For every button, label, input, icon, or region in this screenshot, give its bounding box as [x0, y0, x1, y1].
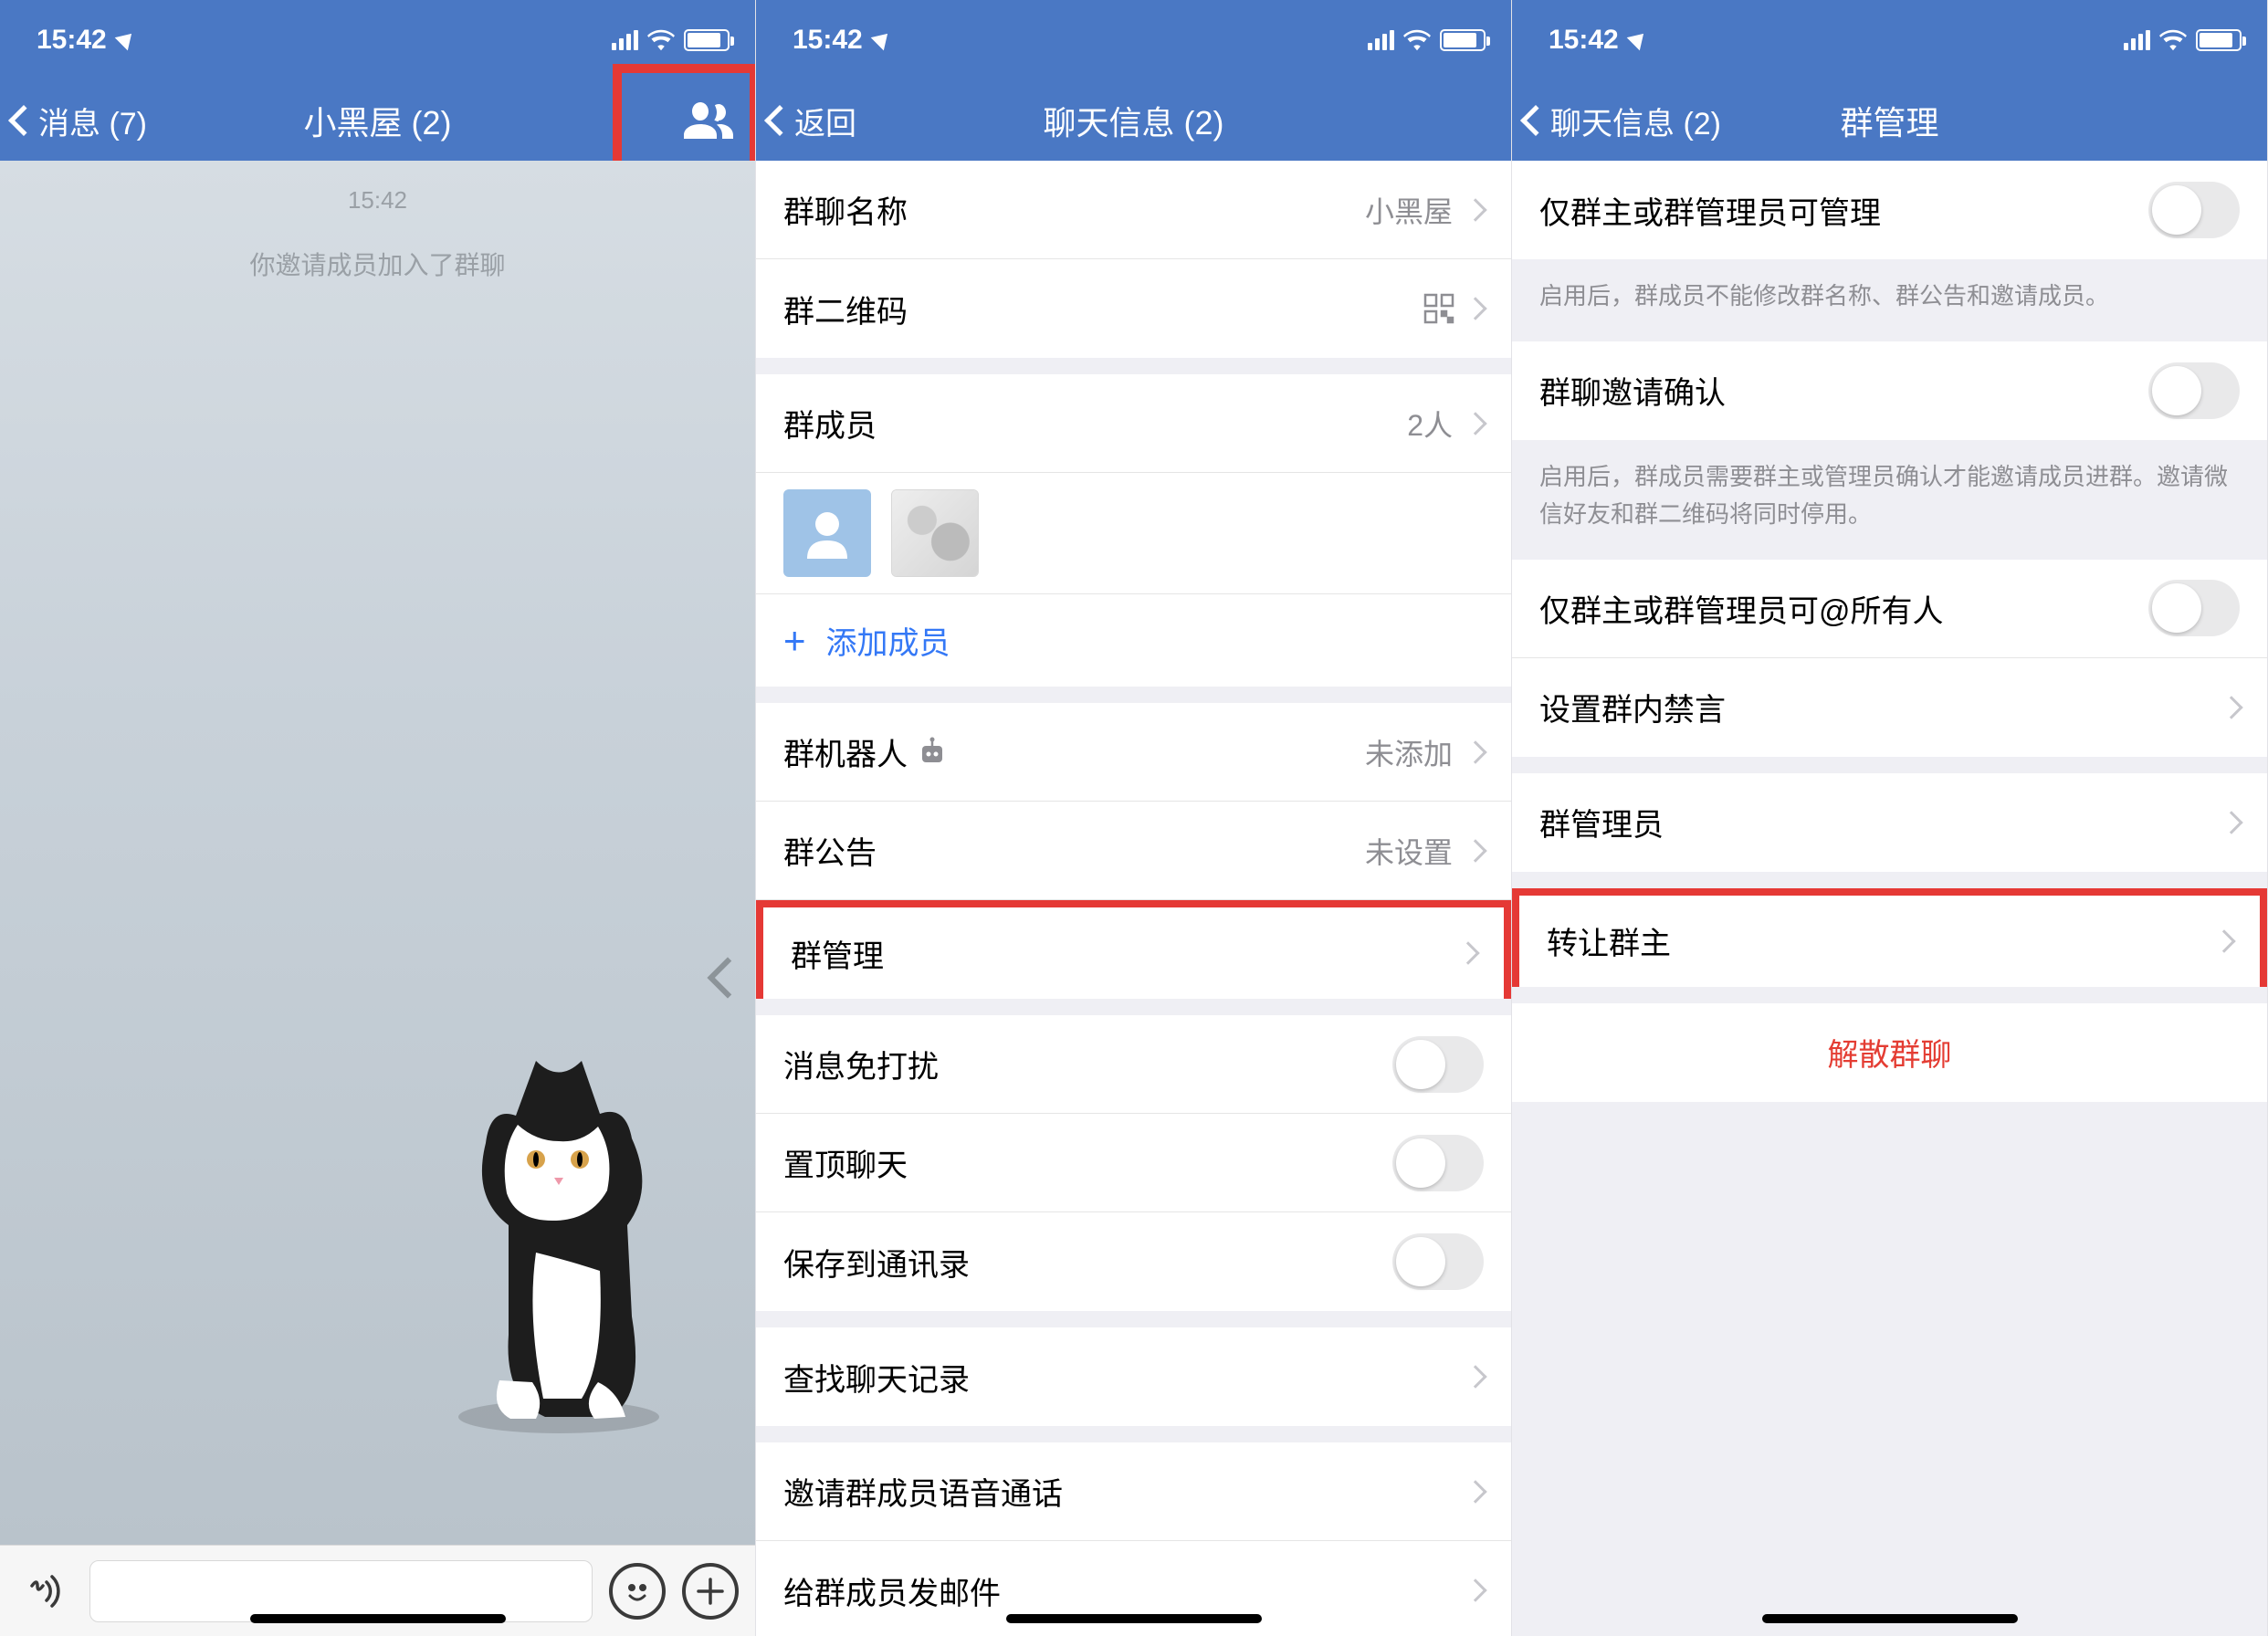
cellular-icon — [2124, 30, 2150, 50]
wifi-icon — [647, 29, 675, 51]
home-indicator — [1006, 1614, 1262, 1623]
cellular-icon — [612, 30, 638, 50]
chevron-right-icon — [2220, 811, 2242, 834]
nav-bar: 聊天信息 (2) 群管理 — [1512, 80, 2267, 161]
cell-announcement[interactable]: 群公告 未设置 — [756, 802, 1511, 900]
add-button[interactable] — [682, 1563, 739, 1620]
back-label: 聊天信息 (2) — [1550, 99, 1721, 143]
switch-save-contacts[interactable] — [1392, 1233, 1484, 1290]
status-time: 15:42 — [793, 25, 863, 56]
wifi-icon — [1403, 29, 1431, 51]
battery-icon — [684, 29, 730, 51]
battery-icon — [2196, 29, 2242, 51]
chevron-right-icon — [1456, 941, 1479, 964]
chevron-right-icon — [2212, 929, 2235, 952]
status-bar: 15:42 — [756, 0, 1511, 80]
cell-invite-voice[interactable]: 邀请群成员语音通话 — [756, 1442, 1511, 1541]
cell-dismiss-group[interactable]: 解散群聊 — [1512, 1003, 2267, 1102]
cell-robot[interactable]: 群机器人 未添加 — [756, 703, 1511, 802]
screen-group-manage: 15:42 聊天信息 (2) 群管理 仅群主或群管理员可管理 启用后，群成员不能… — [1512, 0, 2268, 1636]
message-input[interactable] — [89, 1560, 593, 1622]
chevron-right-icon — [1464, 740, 1486, 763]
cell-qr-code[interactable]: 群二维码 — [756, 259, 1511, 358]
cell-admins[interactable]: 群管理员 — [1512, 773, 2267, 872]
status-bar: 15:42 — [1512, 0, 2267, 80]
back-button[interactable]: 返回 — [756, 99, 856, 143]
chevron-right-icon — [1464, 839, 1486, 862]
chevron-right-icon — [1464, 1480, 1486, 1503]
avatar-member-1[interactable] — [783, 489, 871, 577]
status-time: 15:42 — [1549, 25, 1619, 56]
chevron-right-icon — [1464, 1578, 1486, 1601]
members-avatars — [756, 473, 1511, 593]
plus-icon: + — [783, 619, 806, 663]
wallpaper-cat — [399, 1033, 673, 1435]
chat-timestamp: 15:42 — [348, 186, 407, 215]
location-icon — [114, 27, 137, 50]
add-member-button[interactable]: + 添加成员 — [756, 593, 1511, 687]
chevron-left-icon — [1520, 105, 1551, 136]
cell-mute[interactable]: 设置群内禁言 — [1512, 658, 2267, 757]
chevron-right-icon — [1464, 1365, 1486, 1388]
desc-only-admin-manage: 启用后，群成员不能修改群名称、群公告和邀请成员。 — [1512, 259, 2267, 341]
cell-save-contacts: 保存到通讯录 — [756, 1212, 1511, 1311]
nav-bar: 返回 聊天信息 (2) — [756, 80, 1511, 161]
emoji-button[interactable] — [609, 1563, 666, 1620]
switch-only-admin-manage[interactable] — [2148, 182, 2240, 238]
cellular-icon — [1368, 30, 1394, 50]
cell-dnd: 消息免打扰 — [756, 1015, 1511, 1114]
location-icon — [870, 27, 893, 50]
chevron-left-icon — [764, 105, 795, 136]
swipe-chevron-icon[interactable] — [722, 963, 750, 1018]
switch-dnd[interactable] — [1392, 1036, 1484, 1093]
home-indicator — [250, 1614, 506, 1623]
cell-only-admin-manage: 仅群主或群管理员可管理 — [1512, 161, 2267, 259]
voice-button[interactable] — [16, 1563, 73, 1620]
screen-chat-info: 15:42 返回 聊天信息 (2) 群聊名称 小黑屋 群二维码 — [756, 0, 1512, 1636]
back-button[interactable]: 消息 (7) — [0, 99, 147, 143]
manage-list[interactable]: 仅群主或群管理员可管理 启用后，群成员不能修改群名称、群公告和邀请成员。 群聊邀… — [1512, 161, 2267, 1636]
status-time: 15:42 — [37, 25, 107, 56]
wifi-icon — [2159, 29, 2187, 51]
cell-members[interactable]: 群成员 2人 — [756, 374, 1511, 473]
cell-pin: 置顶聊天 — [756, 1114, 1511, 1212]
switch-pin[interactable] — [1392, 1135, 1484, 1191]
cell-group-name[interactable]: 群聊名称 小黑屋 — [756, 161, 1511, 259]
chevron-right-icon — [1464, 412, 1486, 435]
battery-icon — [1440, 29, 1486, 51]
back-label: 返回 — [794, 99, 856, 143]
avatar-member-2[interactable] — [891, 489, 979, 577]
location-icon — [1626, 27, 1649, 50]
system-message: 你邀请成员加入了群聊 — [249, 246, 505, 282]
cell-search-history[interactable]: 查找聊天记录 — [756, 1327, 1511, 1426]
chevron-right-icon — [1464, 297, 1486, 320]
home-indicator — [1762, 1614, 2018, 1623]
chevron-right-icon — [1464, 198, 1486, 221]
cell-only-admin-at: 仅群主或群管理员可@所有人 — [1512, 560, 2267, 658]
nav-title: 聊天信息 (2) — [756, 97, 1511, 144]
cell-invite-confirm: 群聊邀请确认 — [1512, 341, 2267, 440]
qr-icon — [1423, 293, 1454, 324]
settings-list[interactable]: 群聊名称 小黑屋 群二维码 群成员 2人 — [756, 161, 1511, 1636]
back-button[interactable]: 聊天信息 (2) — [1512, 99, 1721, 143]
robot-icon — [917, 737, 948, 768]
screen-chat: 15:42 消息 (7) 小黑屋 (2) 15:42 你邀请成员加入了群聊 — [0, 0, 756, 1636]
chat-body: 15:42 你邀请成员加入了群聊 — [0, 161, 755, 1545]
back-label: 消息 (7) — [38, 99, 147, 143]
desc-invite-confirm: 启用后，群成员需要群主或管理员确认才能邀请成员进群。邀请微信好友和群二维码将同时… — [1512, 440, 2267, 560]
chevron-left-icon — [8, 105, 39, 136]
switch-invite-confirm[interactable] — [2148, 362, 2240, 419]
chevron-right-icon — [2220, 696, 2242, 718]
cell-transfer-owner[interactable]: 转让群主 — [1512, 888, 2267, 987]
switch-only-admin-at[interactable] — [2148, 580, 2240, 636]
cell-group-manage[interactable]: 群管理 — [756, 900, 1511, 999]
